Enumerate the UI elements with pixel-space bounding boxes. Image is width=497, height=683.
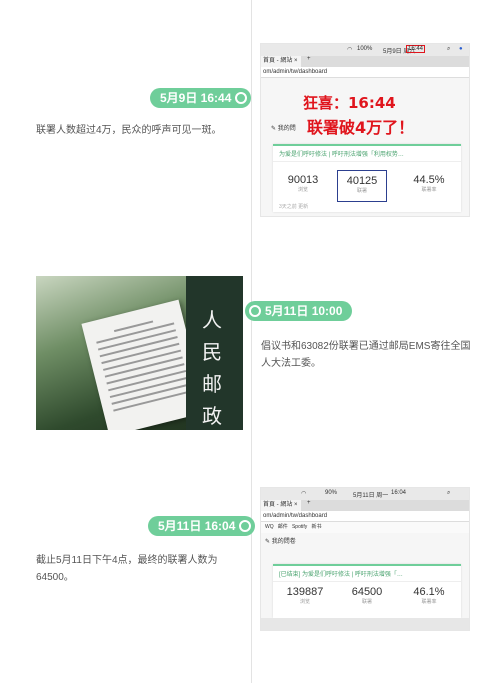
stat-signatures: 40125 联署 <box>337 170 387 202</box>
timeline-date-badge: 5月11日 10:00 <box>245 301 353 321</box>
entry-description: 倡议书和63082份联署已通过邮局EMS寄往全国人大法工委。 <box>261 341 471 369</box>
timeline-date-badge: 5月11日 16:04 <box>148 516 256 536</box>
survey-card[interactable]: 为爱是们呼吁修法 | 呼吁刑法增强「利用权势… 90013 浏览 40125 联… <box>273 144 461 212</box>
browser-tab[interactable]: 首頁 - 網站 × <box>261 500 301 511</box>
timeline-node-icon <box>239 520 252 532</box>
post-office-sign: 人 民 邮 政 <box>186 276 243 430</box>
mac-menubar: ◠ 100% 5月9日 周六 16:44 ⌕ ● <box>261 44 469 56</box>
timeline-node-icon <box>249 305 261 317</box>
bookmark-item[interactable]: 邮件 <box>278 524 288 530</box>
stat-views: 90013 浏览 <box>287 174 319 193</box>
dashboard-screenshot: ◠ 90% 5月11日 周一 16:04 ⌕ 首頁 - 網站 × + om/ad… <box>260 487 470 631</box>
bookmark-item[interactable]: Spotify <box>292 524 307 530</box>
new-tab-icon[interactable]: + <box>307 500 311 506</box>
card-toolbar <box>261 618 469 630</box>
stamp-time: 狂喜：16:44 <box>303 94 396 112</box>
menubar-date: 5月11日 周一 <box>353 493 389 499</box>
timeline-axis <box>251 0 252 683</box>
browser-tab[interactable]: 首頁 - 網站 × <box>261 56 301 67</box>
menubar-time: 16:44 <box>406 45 426 53</box>
stamp-headline: 联署破4万了！ <box>307 118 415 137</box>
page-title: ✎ 我的問卷 <box>265 539 296 545</box>
stat-views: 139887 浏览 <box>286 586 324 605</box>
survey-title: 为爱是们呼吁修法 | 呼吁刑法增强「利用权势… <box>273 146 461 162</box>
survey-card[interactable]: [已结束] 为爱是们呼吁修法 | 呼吁刑法增强「… 139887 浏览 6450… <box>273 564 461 618</box>
card-footer: 3天之前 更新 <box>279 204 309 210</box>
search-icon: ⌕ <box>447 490 451 496</box>
address-bar[interactable]: om/admin/tw/dashboard <box>261 511 469 522</box>
date-label: 5月11日 16:04 <box>158 519 236 533</box>
mac-menubar: ◠ 90% 5月11日 周一 16:04 ⌕ <box>261 488 469 500</box>
entry-description: 截止5月11日下午4点，最终的联署人数为64500。 <box>36 555 218 583</box>
date-label: 5月9日 16:44 <box>160 91 232 105</box>
survey-title: [已结束] 为爱是们呼吁修法 | 呼吁刑法增强「… <box>273 566 461 582</box>
new-tab-icon[interactable]: + <box>307 56 311 62</box>
siri-icon: ● <box>459 46 463 52</box>
address-bar[interactable]: om/admin/tw/dashboard <box>261 67 469 78</box>
browser-tabs: 首頁 - 網站 × + <box>261 56 469 67</box>
mailing-photo: 人 民 邮 政 <box>36 276 243 430</box>
menubar-time: 16:04 <box>391 490 407 496</box>
wifi-icon: ◠ <box>301 491 307 497</box>
page-title: ✎ 我的問 <box>271 126 296 132</box>
wifi-icon: ◠ <box>347 47 353 53</box>
stat-signatures: 64500 联署 <box>351 586 383 605</box>
timeline-node-icon <box>235 92 248 104</box>
bookmark-item[interactable]: WQ <box>265 524 274 530</box>
date-label: 5月11日 10:00 <box>265 304 343 318</box>
battery-status: 100% <box>357 46 373 52</box>
search-icon: ⌕ <box>447 46 451 52</box>
stat-rate: 46.1% 联署率 <box>413 586 445 605</box>
entry-description: 联署人数超过4万，民众的呼声可见一斑。 <box>36 125 222 136</box>
timeline-date-badge: 5月9日 16:44 <box>150 88 252 108</box>
bookmarks-bar: WQ 邮件 Spotify 新书 <box>261 522 469 533</box>
stat-rate: 44.5% 联署率 <box>413 174 445 193</box>
dashboard-screenshot: ◠ 100% 5月9日 周六 16:44 ⌕ ● 首頁 - 網站 × + om/… <box>260 43 470 217</box>
bookmark-item[interactable]: 新书 <box>311 524 321 530</box>
battery-status: 90% <box>325 490 338 496</box>
browser-tabs: 首頁 - 網站 × + <box>261 500 469 511</box>
